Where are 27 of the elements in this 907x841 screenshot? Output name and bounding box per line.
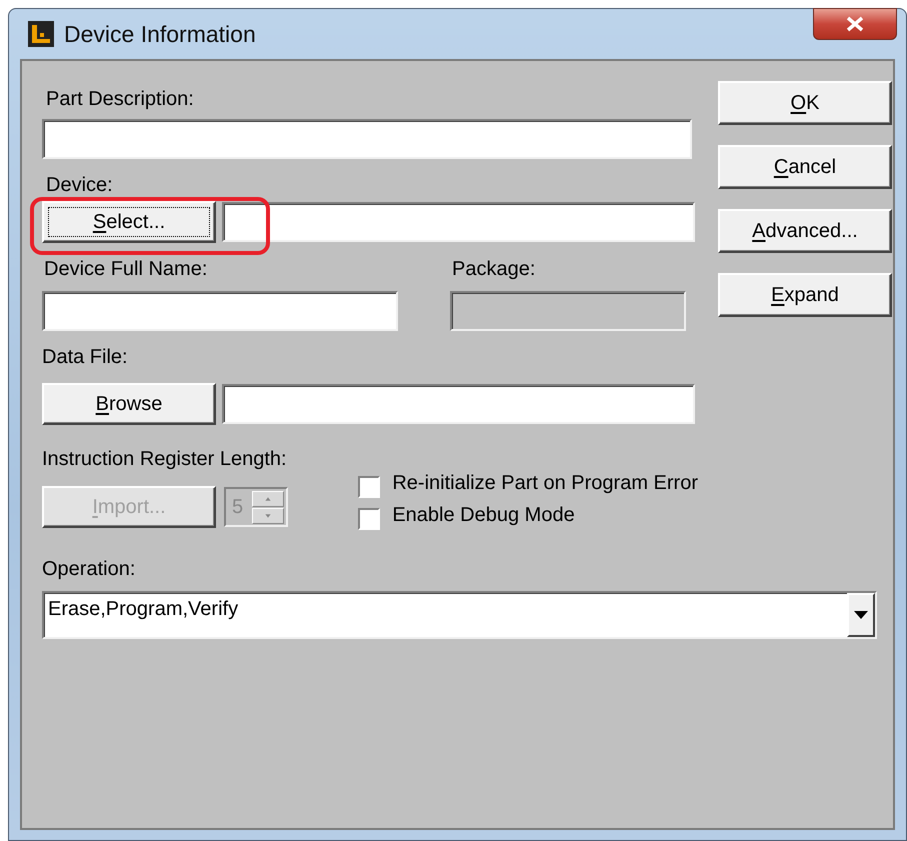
dialog-button[interactable]: OK <box>718 81 892 125</box>
dropdown-arrow-icon <box>854 611 868 619</box>
field-label: Data File: <box>42 345 128 369</box>
app-icon <box>28 21 54 47</box>
field-label: Instruction Register Length: <box>42 447 287 471</box>
field-label: Device Full Name: <box>44 257 208 281</box>
checkbox-label: Enable Debug Mode <box>392 503 575 527</box>
field-label: Device: <box>46 173 113 197</box>
dialog-button[interactable]: Advanced... <box>718 209 892 253</box>
field-label: Part Description: <box>46 87 194 111</box>
dialog-button[interactable]: Cancel <box>718 145 892 189</box>
select-button[interactable]: Select... <box>42 201 216 243</box>
checkbox[interactable] <box>358 508 380 530</box>
field-label: Package: <box>452 257 536 281</box>
browse-button[interactable]: Browse <box>42 383 216 425</box>
operation-dropdown[interactable]: Erase,Program,Verify <box>42 591 877 639</box>
close-button[interactable] <box>813 8 897 40</box>
checkbox[interactable] <box>358 476 380 498</box>
dialog-button[interactable]: Expand <box>718 273 892 317</box>
device-field[interactable] <box>222 202 695 242</box>
part-description-field[interactable] <box>42 119 692 159</box>
data-file-field[interactable] <box>222 384 695 424</box>
field-label: Operation: <box>42 557 136 581</box>
device-full-name-field[interactable] <box>42 291 398 331</box>
checkbox-label: Re-initialize Part on Program Error <box>392 471 698 495</box>
window-title: Device Information <box>64 20 256 48</box>
close-icon <box>846 16 864 32</box>
